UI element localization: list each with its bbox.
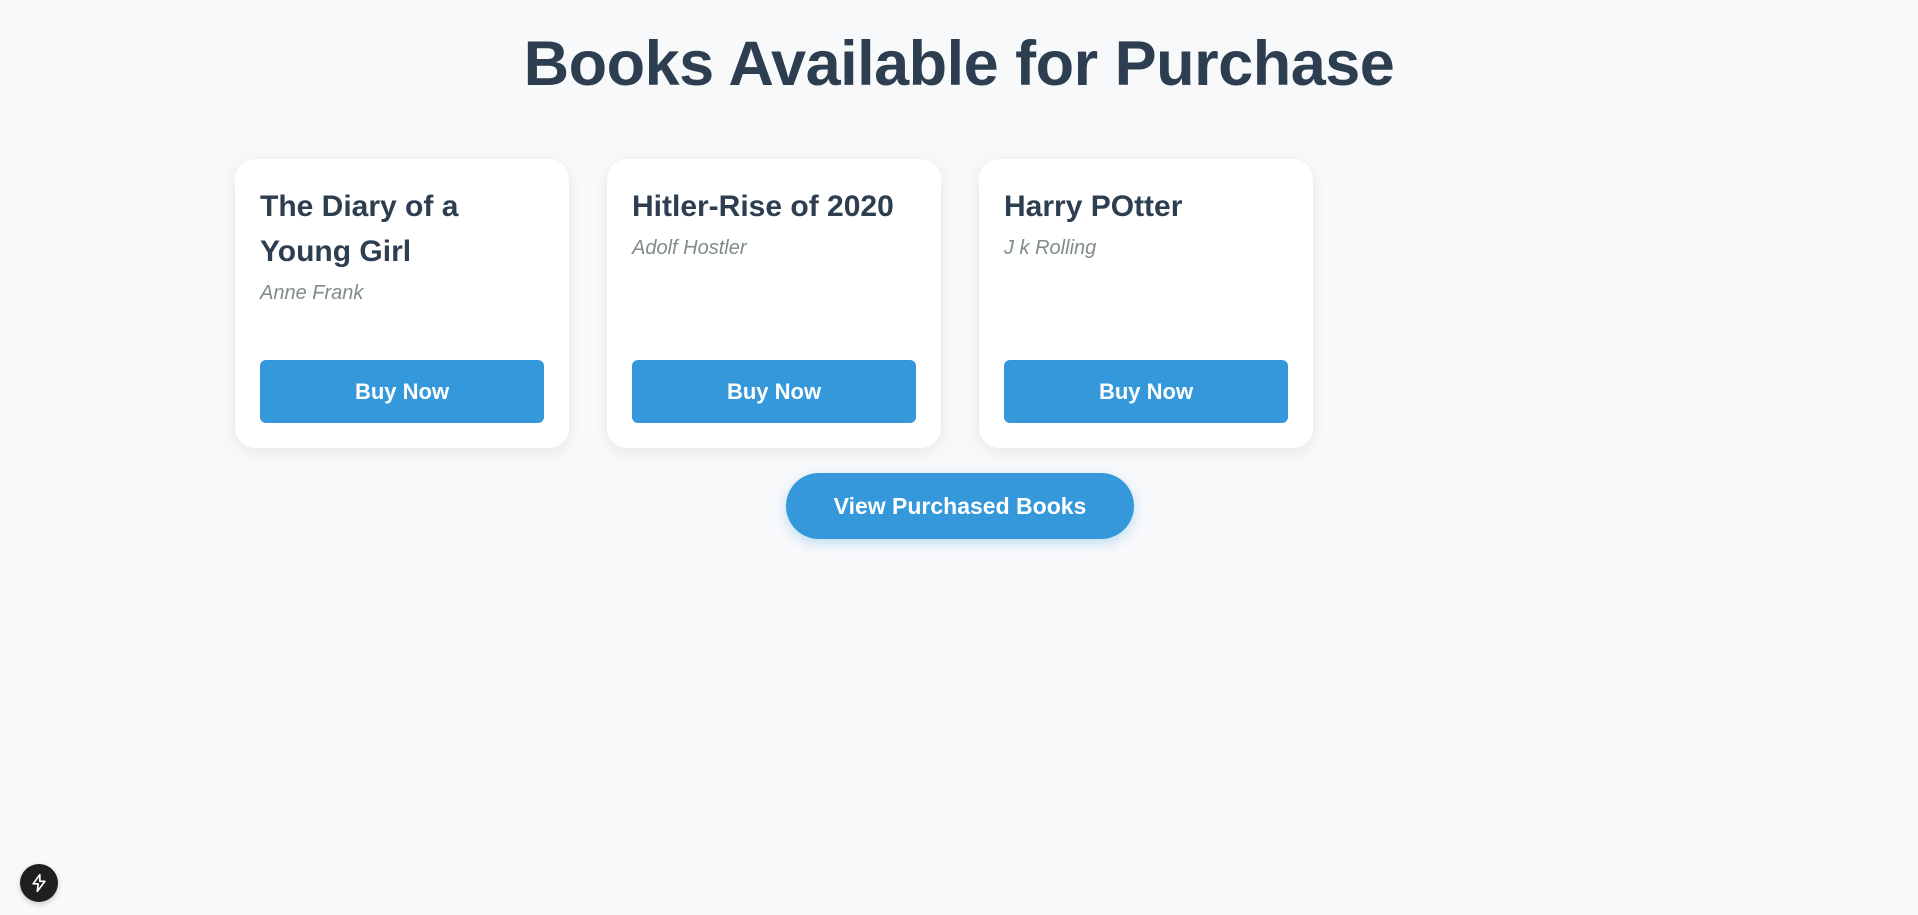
book-title: Hitler-Rise of 2020	[632, 190, 894, 223]
book-card: Hitler-Rise of 2020 Adolf Hostler Buy No…	[607, 159, 941, 448]
book-author: J k Rolling	[1004, 237, 1097, 259]
view-purchased-books-button[interactable]: View Purchased Books	[786, 473, 1134, 539]
dev-tools-badge[interactable]	[20, 864, 58, 902]
book-title: Harry POtter	[1004, 190, 1183, 223]
buy-now-button[interactable]: Buy Now	[1004, 360, 1288, 423]
buy-now-button[interactable]: Buy Now	[260, 360, 544, 423]
book-card: The Diary of a Young Girl Anne Frank Buy…	[235, 159, 569, 448]
buy-now-button[interactable]: Buy Now	[632, 360, 916, 423]
book-author: Adolf Hostler	[632, 237, 747, 259]
book-card: Harry POtter J k Rolling Buy Now	[979, 159, 1313, 448]
book-author: Anne Frank	[260, 282, 364, 304]
book-title: The Diary of a Young Girl	[260, 190, 459, 268]
lightning-icon	[32, 873, 46, 893]
page-title: Books Available for Purchase	[523, 29, 1395, 99]
book-list: The Diary of a Young Girl Anne Frank Buy…	[235, 159, 1313, 448]
